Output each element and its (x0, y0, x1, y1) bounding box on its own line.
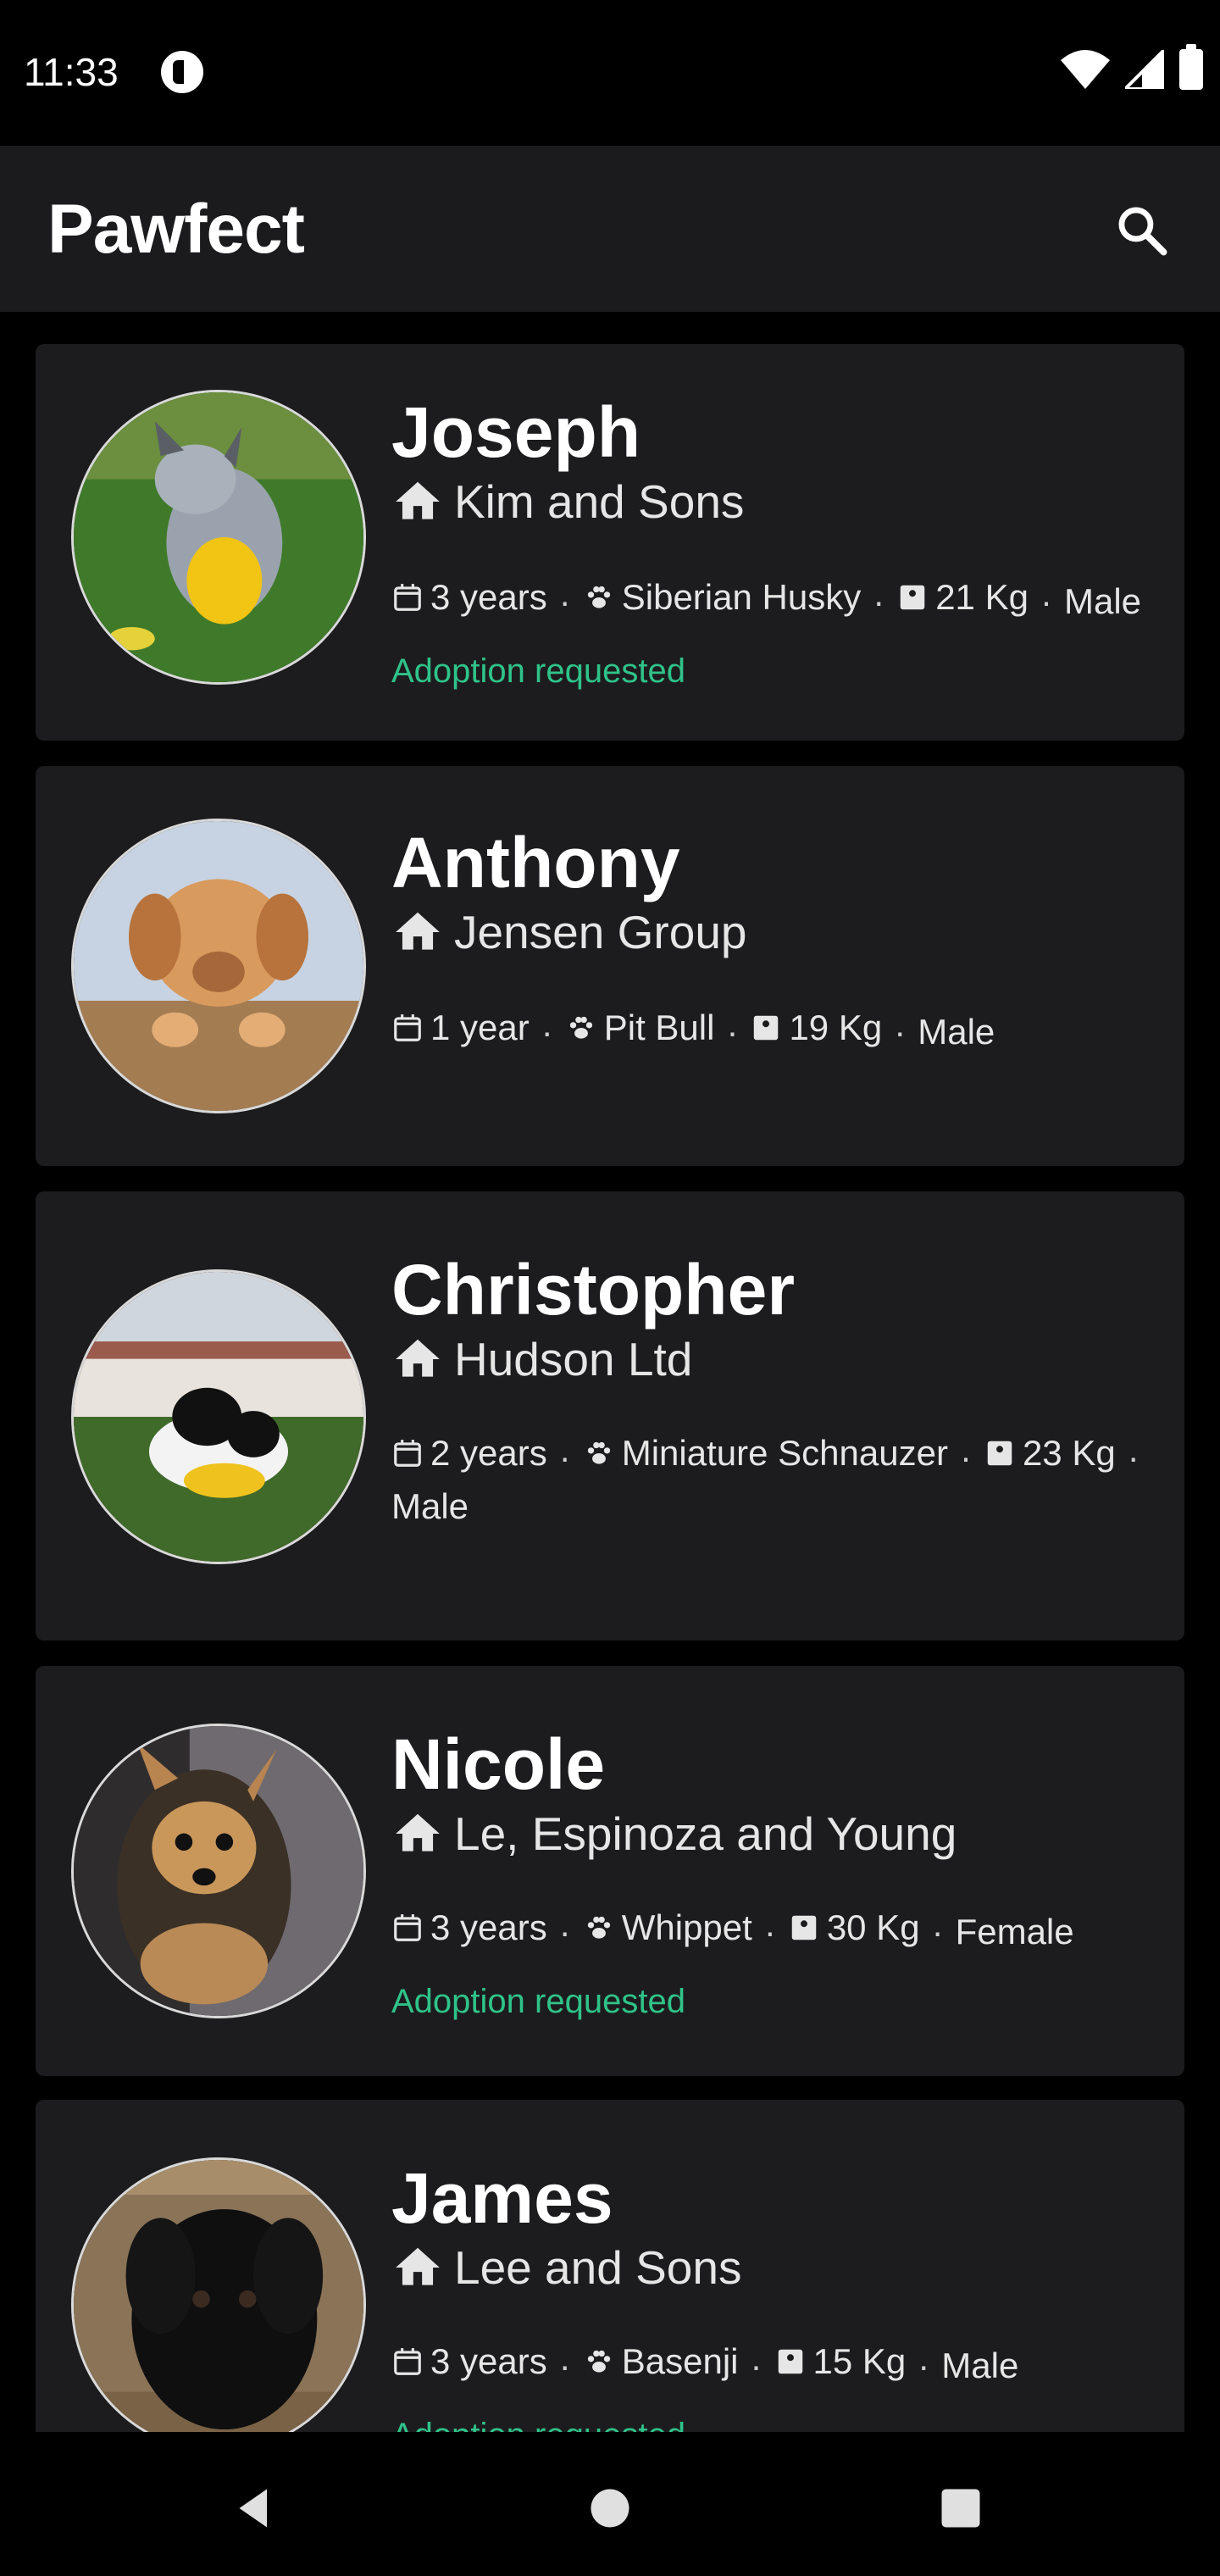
weight-icon (754, 1015, 779, 1041)
pet-card[interactable]: Anthony Jensen Group 1 year · Pit Bull · 19 … (36, 766, 1184, 1166)
back-button[interactable] (220, 2474, 288, 2542)
calendar-icon (394, 584, 421, 611)
status-bar: 11:33 (0, 0, 1220, 146)
pet-name: James (391, 2158, 613, 2238)
pet-photo-black-puppy (74, 2160, 363, 2432)
pet-details: 3 years · Siberian Husky · 21 Kg · Male (391, 573, 1171, 626)
calendar-icon (394, 1440, 421, 1467)
pet-card[interactable]: Nicole Le, Espinoza and Young 3 years · Wh… (36, 1666, 1184, 2076)
pet-breed: Pit Bull (603, 1008, 715, 1047)
paw-icon (569, 1016, 592, 1039)
app-bar: Pawfect (0, 146, 1220, 312)
pet-breed: Basenji (621, 2341, 739, 2381)
battery-icon (1179, 44, 1203, 90)
status-time: 11:33 (24, 50, 119, 94)
pet-age: 2 years (430, 1433, 547, 1473)
pet-photo (71, 819, 366, 1113)
calendar-icon (394, 2348, 421, 2375)
pet-photo (71, 2157, 366, 2432)
paw-icon (587, 1441, 610, 1464)
pet-breed: Miniature Schnauzer (621, 1433, 948, 1473)
pet-name: Nicole (391, 1724, 606, 1804)
pet-weight: 23 Kg (1022, 1433, 1116, 1473)
pet-photo (71, 1269, 366, 1564)
shelter-name: Lee and Sons (454, 2241, 742, 2294)
pet-weight: 21 Kg (935, 577, 1029, 617)
recents-square-icon (941, 2489, 980, 2528)
pet-photo-husky (74, 392, 363, 682)
search-button[interactable] (1108, 197, 1176, 264)
pet-details: 3 years · Basenji · 15 Kg · Male (391, 2337, 1171, 2390)
pet-photo (71, 390, 366, 685)
pet-breed: Whippet (621, 1907, 752, 1947)
adoption-status: Adoption requested (391, 652, 685, 690)
pet-card[interactable]: James Lee and Sons 3 years · Basenji · 15 Kg… (36, 2100, 1184, 2432)
shelter-name: Le, Espinoza and Young (454, 1807, 957, 1860)
adoption-status: Adoption requested (391, 1983, 685, 2020)
weight-icon (791, 1915, 817, 1940)
paw-icon (587, 586, 610, 608)
app-notification-icon (161, 51, 203, 93)
pet-card[interactable]: Joseph Kim and Sons 3 years · Siberian Hus… (36, 344, 1184, 741)
pet-details: 1 year · Pit Bull · 19 Kg · Male (391, 1003, 1171, 1057)
home-icon (396, 2247, 440, 2285)
calendar-icon (394, 1914, 421, 1941)
pet-name: Anthony (391, 823, 680, 902)
shelter-row: Le, Espinoza and Young (391, 1807, 957, 1861)
paw-icon (587, 1916, 610, 1939)
pet-age: 3 years (430, 2341, 547, 2381)
back-icon (239, 2489, 267, 2528)
wifi-icon (1061, 50, 1110, 89)
pet-age: 3 years (430, 1907, 547, 1947)
pet-gender: Male (941, 2346, 1019, 2385)
shelter-row: Kim and Sons (391, 475, 744, 529)
weight-icon (987, 1441, 1012, 1466)
pet-card[interactable]: Christopher Hudson Ltd 2 years · Miniature… (36, 1191, 1184, 1641)
pet-gender: Female (955, 1912, 1074, 1951)
paw-icon (587, 2350, 610, 2373)
adoption-status: Adoption requested (391, 2417, 685, 2432)
app-title: Pawfect (47, 191, 305, 268)
pet-photo (71, 1724, 366, 2018)
home-icon (396, 1813, 440, 1852)
status-indicators (1061, 44, 1203, 90)
pet-photo-pitbull (74, 821, 363, 1111)
shelter-row: Hudson Ltd (391, 1332, 692, 1386)
pet-weight: 30 Kg (826, 1907, 920, 1947)
pet-weight: 19 Kg (789, 1008, 883, 1047)
home-button[interactable] (576, 2474, 644, 2542)
weight-icon (778, 2349, 802, 2374)
shelter-name: Hudson Ltd (454, 1333, 693, 1385)
shelter-name: Kim and Sons (454, 475, 745, 528)
pet-photo-yorkie (74, 1726, 363, 2016)
home-icon (396, 912, 440, 950)
system-nav-bar (0, 2432, 1220, 2576)
shelter-row: Jensen Group (391, 905, 747, 959)
home-circle-icon (591, 2489, 629, 2528)
pet-age: 3 years (430, 577, 547, 617)
calendar-icon (394, 1014, 421, 1041)
pet-gender: Male (391, 1486, 469, 1526)
pet-details: 2 years · Miniature Schnauzer · 23 Kg · Male (391, 1429, 1171, 1531)
shelter-row: Lee and Sons (391, 2240, 741, 2295)
home-icon (396, 1339, 440, 1377)
weight-icon (900, 585, 925, 610)
pet-breed: Siberian Husky (621, 577, 862, 617)
pet-gender: Male (1063, 581, 1142, 621)
pet-photo-schnauzer (74, 1272, 363, 1562)
pet-list[interactable]: Joseph Kim and Sons 3 years · Siberian Hus… (0, 312, 1220, 2432)
pet-name: Christopher (391, 1250, 796, 1330)
pet-gender: Male (918, 1012, 995, 1052)
pet-weight: 15 Kg (812, 2341, 907, 2381)
pet-details: 3 years · Whippet · 30 Kg · Female (391, 1903, 1171, 1957)
signal-icon (1125, 50, 1164, 89)
pet-age: 1 year (430, 1008, 530, 1047)
shelter-name: Jensen Group (454, 906, 747, 958)
search-icon (1118, 207, 1167, 256)
recents-button[interactable] (927, 2474, 995, 2542)
pet-name: Joseph (391, 392, 641, 472)
home-icon (396, 481, 440, 519)
